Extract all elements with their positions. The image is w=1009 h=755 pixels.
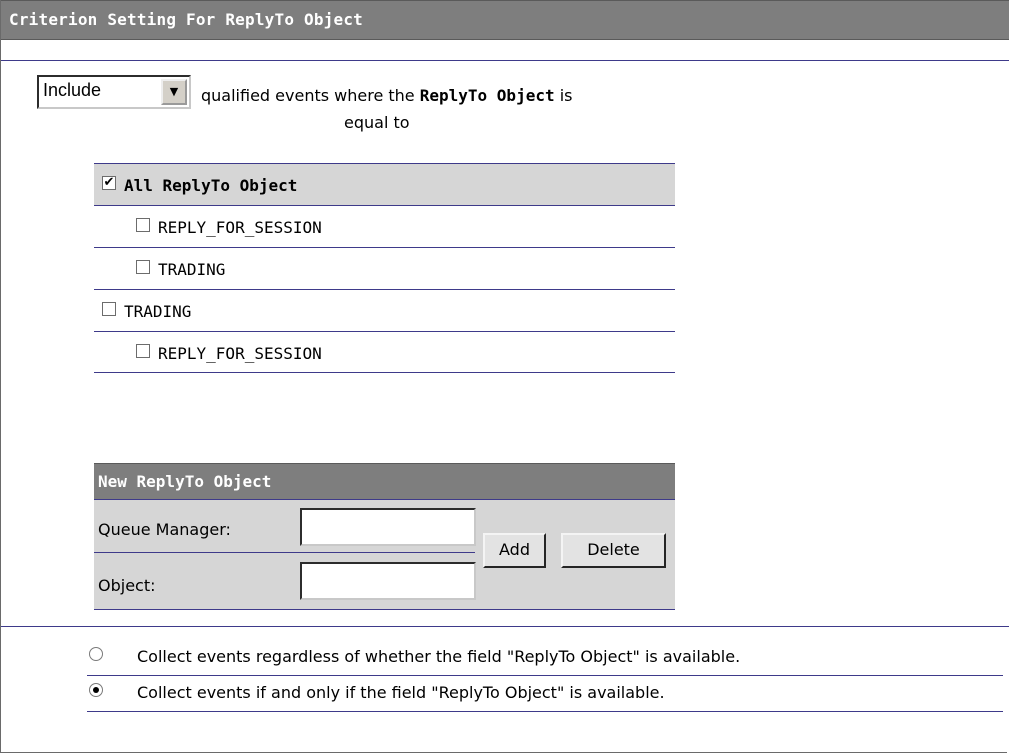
replyto-tree: ✔ All ReplyTo Object REPLY_FOR_SESSION T… xyxy=(94,163,675,373)
checkbox[interactable] xyxy=(136,218,150,232)
tree-label: REPLY_FOR_SESSION xyxy=(158,218,322,237)
collect-option-label: Collect events if and only if the field … xyxy=(137,683,665,702)
divider xyxy=(1,60,1009,61)
tree-label: REPLY_FOR_SESSION xyxy=(158,344,322,363)
tree-label: All ReplyTo Object xyxy=(124,176,298,195)
object-label: Object: xyxy=(98,576,156,595)
dropdown-arrow-icon[interactable]: ▼ xyxy=(161,79,187,105)
radio-button[interactable] xyxy=(89,683,103,697)
radio-button[interactable] xyxy=(89,647,103,661)
checkbox[interactable] xyxy=(136,344,150,358)
collect-option-only-if[interactable]: Collect events if and only if the field … xyxy=(87,672,1003,712)
title-bar: Criterion Setting For ReplyTo Object xyxy=(1,0,1009,40)
new-object-title: New ReplyTo Object xyxy=(98,472,272,491)
tree-row: TRADING xyxy=(94,289,675,331)
tree-row: TRADING xyxy=(94,247,675,289)
collect-option-label: Collect events regardless of whether the… xyxy=(137,647,741,666)
delete-button[interactable]: Delete xyxy=(561,533,666,568)
include-exclude-select[interactable]: Include ▼ xyxy=(37,75,191,109)
object-input[interactable] xyxy=(300,562,476,600)
new-object-header: New ReplyTo Object xyxy=(94,463,675,499)
checkbox-all[interactable]: ✔ xyxy=(102,176,116,190)
new-object-form: New ReplyTo Object Queue Manager: Object… xyxy=(94,463,675,610)
filter-description: qualified events where the ReplyTo Objec… xyxy=(201,86,573,105)
tree-row-all: ✔ All ReplyTo Object xyxy=(94,163,675,205)
divider xyxy=(87,711,1003,712)
criterion-panel: Criterion Setting For ReplyTo Object Inc… xyxy=(0,0,1009,753)
divider xyxy=(94,552,475,553)
divider xyxy=(94,499,675,500)
select-value: Include xyxy=(43,80,102,100)
queue-manager-label: Queue Manager: xyxy=(98,520,231,539)
checkbox[interactable] xyxy=(136,260,150,274)
tree-label: TRADING xyxy=(158,260,226,279)
add-button[interactable]: Add xyxy=(483,533,546,568)
filter-description-line2: equal to xyxy=(344,113,410,132)
checkbox[interactable] xyxy=(102,302,116,316)
divider xyxy=(1,626,1009,627)
tree-label: TRADING xyxy=(124,302,192,321)
collect-option-regardless[interactable]: Collect events regardless of whether the… xyxy=(87,636,1003,676)
tree-row: REPLY_FOR_SESSION xyxy=(94,205,675,247)
queue-manager-input[interactable] xyxy=(300,508,476,546)
panel-title: Criterion Setting For ReplyTo Object xyxy=(9,10,363,29)
tree-row: REPLY_FOR_SESSION xyxy=(94,331,675,373)
